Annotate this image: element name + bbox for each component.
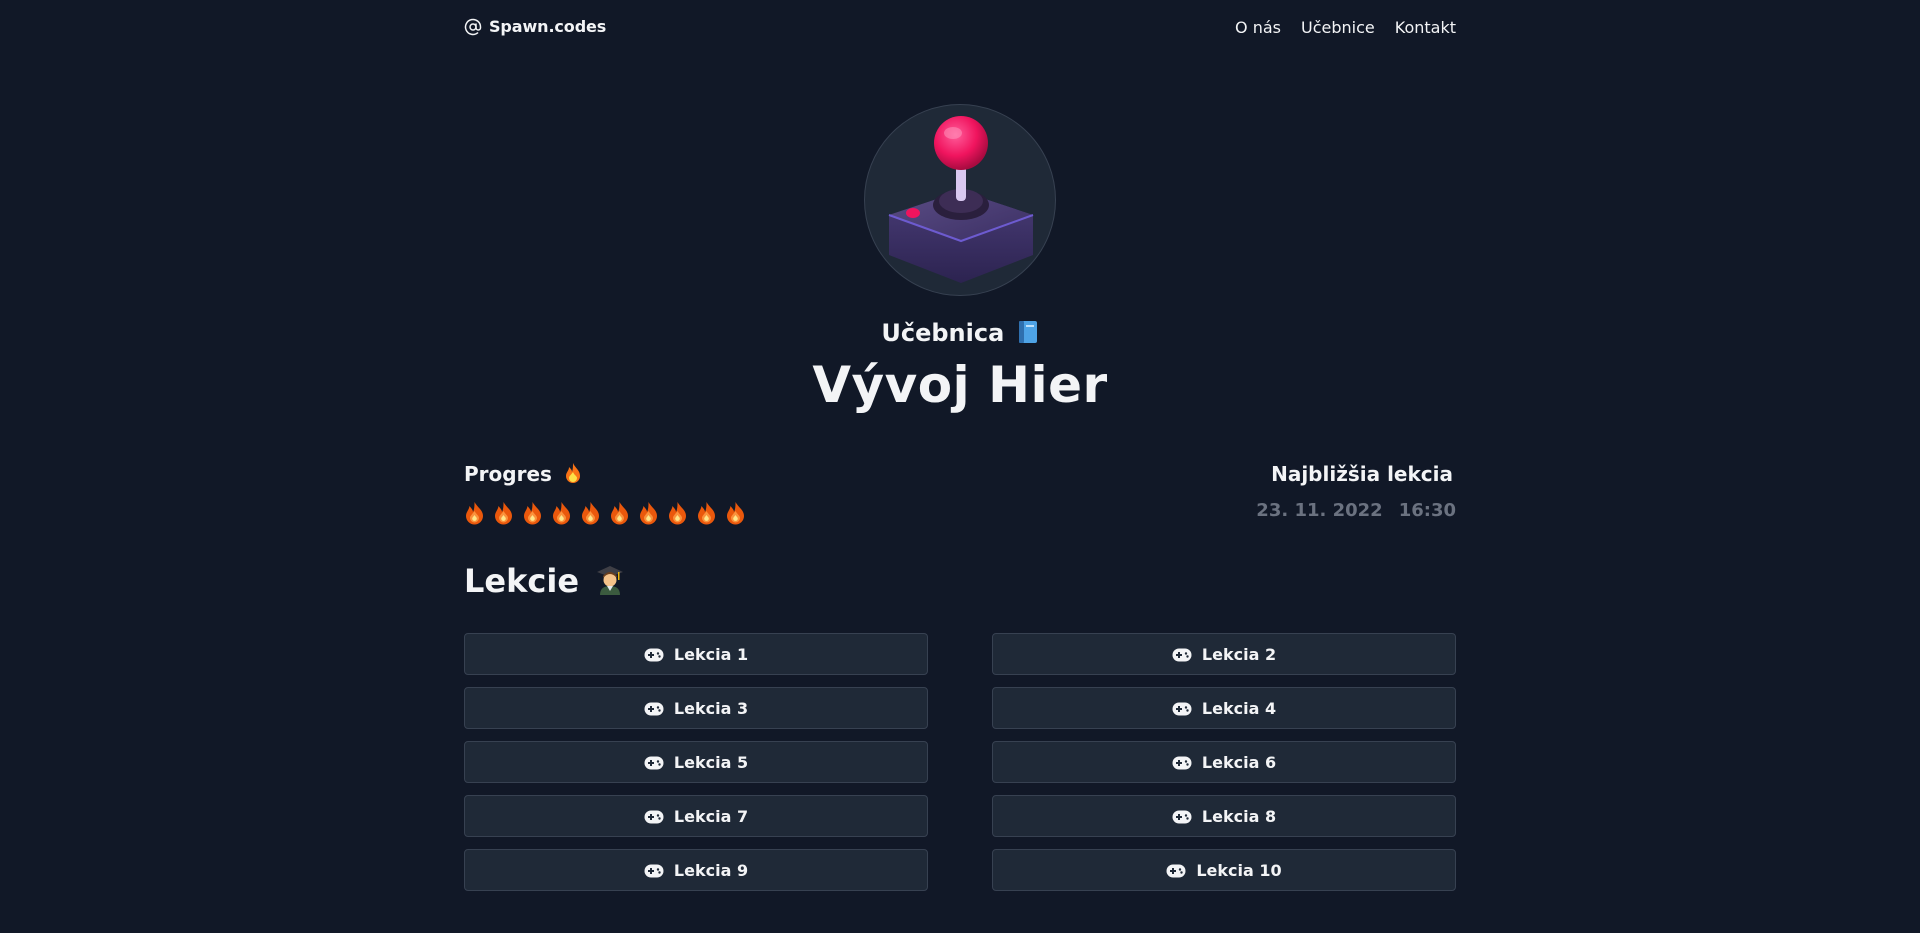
next-lesson-datetime: 23. 11. 2022 16:30 — [1256, 500, 1456, 521]
gamepad-icon — [1172, 755, 1192, 770]
course-avatar — [864, 104, 1056, 296]
lesson-button-10[interactable]: Lekcia 10 — [992, 849, 1456, 891]
nav-link-contact[interactable]: Kontakt — [1395, 18, 1456, 37]
lessons-heading: Lekcie — [464, 562, 624, 600]
gamepad-icon — [1172, 701, 1192, 716]
at-sign-icon — [464, 18, 482, 36]
lesson-label: Lekcia 2 — [1201, 644, 1277, 664]
progress-flame-icon — [464, 501, 485, 525]
lesson-button-3[interactable]: Lekcia 3 — [464, 687, 928, 729]
nav-link-textbooks[interactable]: Učebnice — [1301, 18, 1375, 37]
progress-flame-icon — [609, 501, 630, 525]
next-lesson-date: 23. 11. 2022 — [1256, 500, 1383, 521]
progress-flame-icon — [493, 501, 514, 525]
gamepad-icon — [644, 755, 664, 770]
progress-flames — [464, 501, 746, 525]
gamepad-icon — [644, 647, 664, 662]
lesson-button-5[interactable]: Lekcia 5 — [464, 741, 928, 783]
lesson-button-1[interactable]: Lekcia 1 — [464, 633, 928, 675]
fire-icon — [563, 462, 583, 484]
brand-name: Spawn.codes — [489, 17, 607, 36]
lesson-button-7[interactable]: Lekcia 7 — [464, 795, 928, 837]
joystick-icon — [888, 116, 1034, 283]
gamepad-icon — [644, 863, 664, 878]
lesson-label: Lekcia 6 — [1201, 752, 1277, 772]
lesson-button-6[interactable]: Lekcia 6 — [992, 741, 1456, 783]
progress-flame-icon — [696, 501, 717, 525]
lesson-button-9[interactable]: Lekcia 9 — [464, 849, 928, 891]
progress-flame-icon — [725, 501, 746, 525]
main-nav: O nás Učebnice Kontakt — [1235, 18, 1456, 37]
progress-flame-icon — [580, 501, 601, 525]
lesson-label: Lekcia 4 — [1201, 698, 1277, 718]
site-header: Spawn.codes O nás Učebnice Kontakt — [464, 14, 1456, 44]
course-subtitle: Učebnica — [464, 319, 1456, 347]
nav-link-about[interactable]: O nás — [1235, 18, 1281, 37]
progress-flame-icon — [522, 501, 543, 525]
progress-flame-icon — [667, 501, 688, 525]
subtitle-text: Učebnica — [881, 319, 1005, 347]
gamepad-icon — [644, 809, 664, 824]
next-lesson-heading: Najbližšia lekcia — [1271, 462, 1453, 486]
gamepad-icon — [1172, 647, 1192, 662]
brand-logo[interactable]: Spawn.codes — [464, 17, 606, 36]
lesson-label: Lekcia 10 — [1196, 860, 1282, 880]
progress-flame-icon — [638, 501, 659, 525]
lesson-label: Lekcia 5 — [673, 752, 749, 772]
lesson-label: Lekcia 9 — [673, 860, 749, 880]
lesson-label: Lekcia 1 — [673, 644, 749, 664]
progress-flame-icon — [551, 501, 572, 525]
lesson-button-4[interactable]: Lekcia 4 — [992, 687, 1456, 729]
gamepad-icon — [1166, 863, 1186, 878]
progress-heading: Progres — [464, 462, 583, 486]
course-title: Vývoj Hier — [812, 356, 1108, 414]
student-icon — [596, 564, 624, 596]
lesson-label: Lekcia 8 — [1201, 806, 1277, 826]
lesson-button-2[interactable]: Lekcia 2 — [992, 633, 1456, 675]
lesson-label: Lekcia 7 — [673, 806, 749, 826]
gamepad-icon — [644, 701, 664, 716]
lesson-label: Lekcia 3 — [673, 698, 749, 718]
progress-heading-text: Progres — [464, 462, 552, 486]
blue-book-icon — [1017, 320, 1039, 344]
next-lesson-time: 16:30 — [1398, 500, 1456, 521]
lesson-grid: Lekcia 1 Lekcia 2 Lekcia 3 Lekcia 4 Lekcia 5… — [464, 633, 1456, 891]
lessons-heading-text: Lekcie — [464, 562, 580, 600]
lesson-button-8[interactable]: Lekcia 8 — [992, 795, 1456, 837]
gamepad-icon — [1172, 809, 1192, 824]
